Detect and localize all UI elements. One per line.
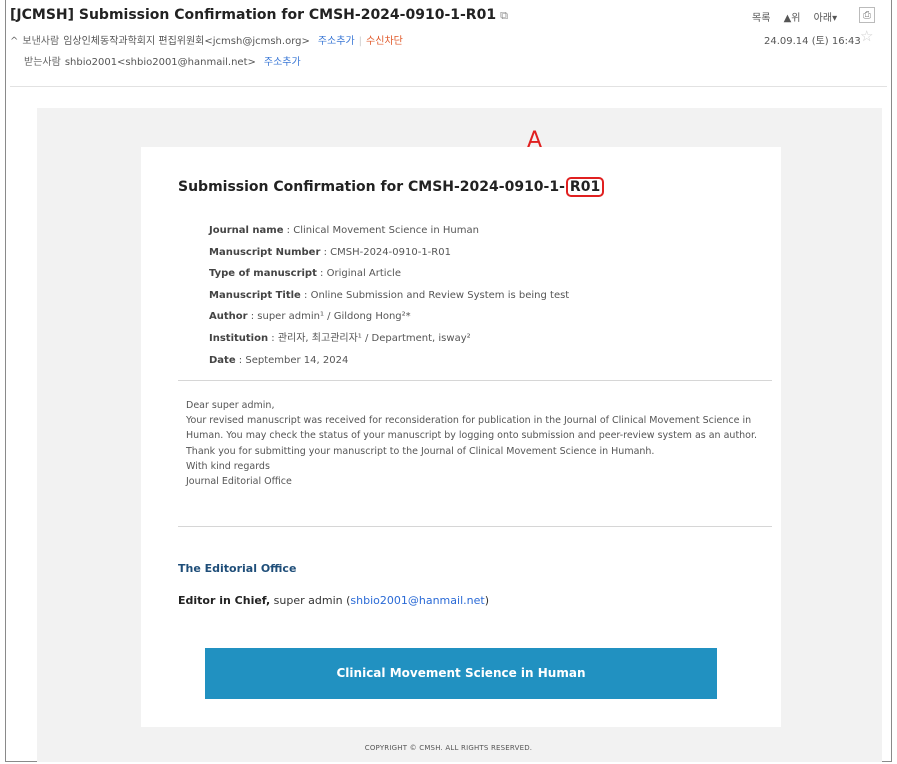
meta-value: : Original Article <box>316 268 401 280</box>
meta-label: Author <box>209 311 248 323</box>
meta-label: Type of manuscript <box>209 268 317 280</box>
title-prefix: Submission Confirmation for CMSH-2024-09… <box>178 179 565 195</box>
recipient-label: 받는사람 <box>24 57 61 68</box>
meta-value: : Online Submission and Review System is… <box>300 289 570 301</box>
letter-line: With kind regards <box>186 460 270 472</box>
separator: | <box>358 36 363 47</box>
copyright-text: COPYRIGHT © CMSH. ALL RIGHTS RESERVED. <box>364 744 533 752</box>
star-icon[interactable]: ☆ <box>860 27 873 45</box>
next-mail-button[interactable]: 아래▾ <box>814 13 837 24</box>
meta-row: Date : September 14, 2024 <box>209 353 569 375</box>
meta-row: Author : super admin¹ / Gildong Hong²* <box>209 309 569 331</box>
sender-address[interactable]: 임상인체동작과학회지 편집위원회<jcmsh@jcmsh.org> <box>63 36 310 47</box>
manuscript-meta: Journal name : Clinical Movement Science… <box>209 223 569 374</box>
eic-name: super admin ( <box>270 594 351 607</box>
prev-mail-button[interactable]: ▲위 <box>784 13 801 24</box>
revision-highlight: R01 <box>565 177 605 197</box>
sender-label: 보낸사람 <box>22 36 60 47</box>
meta-row: Manuscript Title : Online Submission and… <box>209 288 569 310</box>
block-sender-link[interactable]: 수신차단 <box>366 36 403 47</box>
header-divider <box>10 86 887 87</box>
eic-close: ) <box>484 594 489 607</box>
meta-value: : September 14, 2024 <box>235 354 349 366</box>
journal-banner[interactable]: Clinical Movement Science in Human <box>205 648 717 699</box>
editorial-office-heading: The Editorial Office <box>178 562 297 575</box>
annotation-marker: A <box>527 128 543 153</box>
meta-value: : 관리자, 최고관리자¹ / Department, isway² <box>268 332 471 344</box>
meta-row: Type of manuscript : Original Article <box>209 266 569 288</box>
confirmation-title: Submission Confirmation for CMSH-2024-09… <box>178 177 605 197</box>
recipient-address[interactable]: shbio2001<shbio2001@hanmail.net> <box>65 57 256 68</box>
recipient-row: 받는사람 shbio2001<shbio2001@hanmail.net> 주소추가 <box>24 53 301 68</box>
meta-row: Institution : 관리자, 최고관리자¹ / Department, … <box>209 331 569 353</box>
letter-line: Thank you for submitting your manuscript… <box>186 445 655 457</box>
meta-value: : CMSH-2024-0910-1-R01 <box>320 246 451 258</box>
add-recipient-contact-link[interactable]: 주소추가 <box>264 57 301 68</box>
list-button[interactable]: 목록 <box>752 13 770 24</box>
mail-nav: 목록 ▲위 아래▾ <box>752 9 847 24</box>
add-sender-contact-link[interactable]: 주소추가 <box>318 36 355 47</box>
meta-label: Manuscript Title <box>209 289 301 301</box>
subject-text: [JCMSH] Submission Confirmation for CMSH… <box>10 7 497 23</box>
divider <box>178 380 772 381</box>
letter-line: Dear super admin, <box>186 400 275 411</box>
meta-row: Journal name : Clinical Movement Science… <box>209 223 569 245</box>
letter-line: Journal Editorial Office <box>186 476 292 488</box>
meta-label: Date <box>209 354 236 366</box>
divider <box>178 526 772 527</box>
meta-row: Manuscript Number : CMSH-2024-0910-1-R01 <box>209 245 569 267</box>
received-date: 24.09.14 (토) 16:43 <box>764 36 861 47</box>
meta-value: : super admin¹ / Gildong Hong²* <box>247 311 411 323</box>
meta-value: : Clinical Movement Science in Human <box>283 225 479 236</box>
sender-row: ^ 보낸사람 임상인체동작과학회지 편집위원회<jcmsh@jcmsh.org> 주소… <box>10 32 403 47</box>
meta-label: Journal name <box>209 225 284 236</box>
print-icon[interactable]: ⎙ <box>859 7 875 23</box>
eic-email-link[interactable]: shbio2001@hanmail.net <box>350 594 484 607</box>
letter-body: Dear super admin, Your revised manuscrip… <box>186 398 760 489</box>
copy-icon[interactable]: ⧉ <box>500 9 508 22</box>
letter-line: Your revised manuscript was received for… <box>186 415 758 442</box>
mail-subject: [JCMSH] Submission Confirmation for CMSH… <box>10 7 508 23</box>
editor-in-chief: Editor in Chief, super admin (shbio2001@… <box>178 594 489 607</box>
eic-label: Editor in Chief, <box>178 594 271 607</box>
meta-label: Manuscript Number <box>209 246 321 258</box>
collapse-caret-icon[interactable]: ^ <box>10 36 18 47</box>
meta-label: Institution <box>209 332 269 344</box>
